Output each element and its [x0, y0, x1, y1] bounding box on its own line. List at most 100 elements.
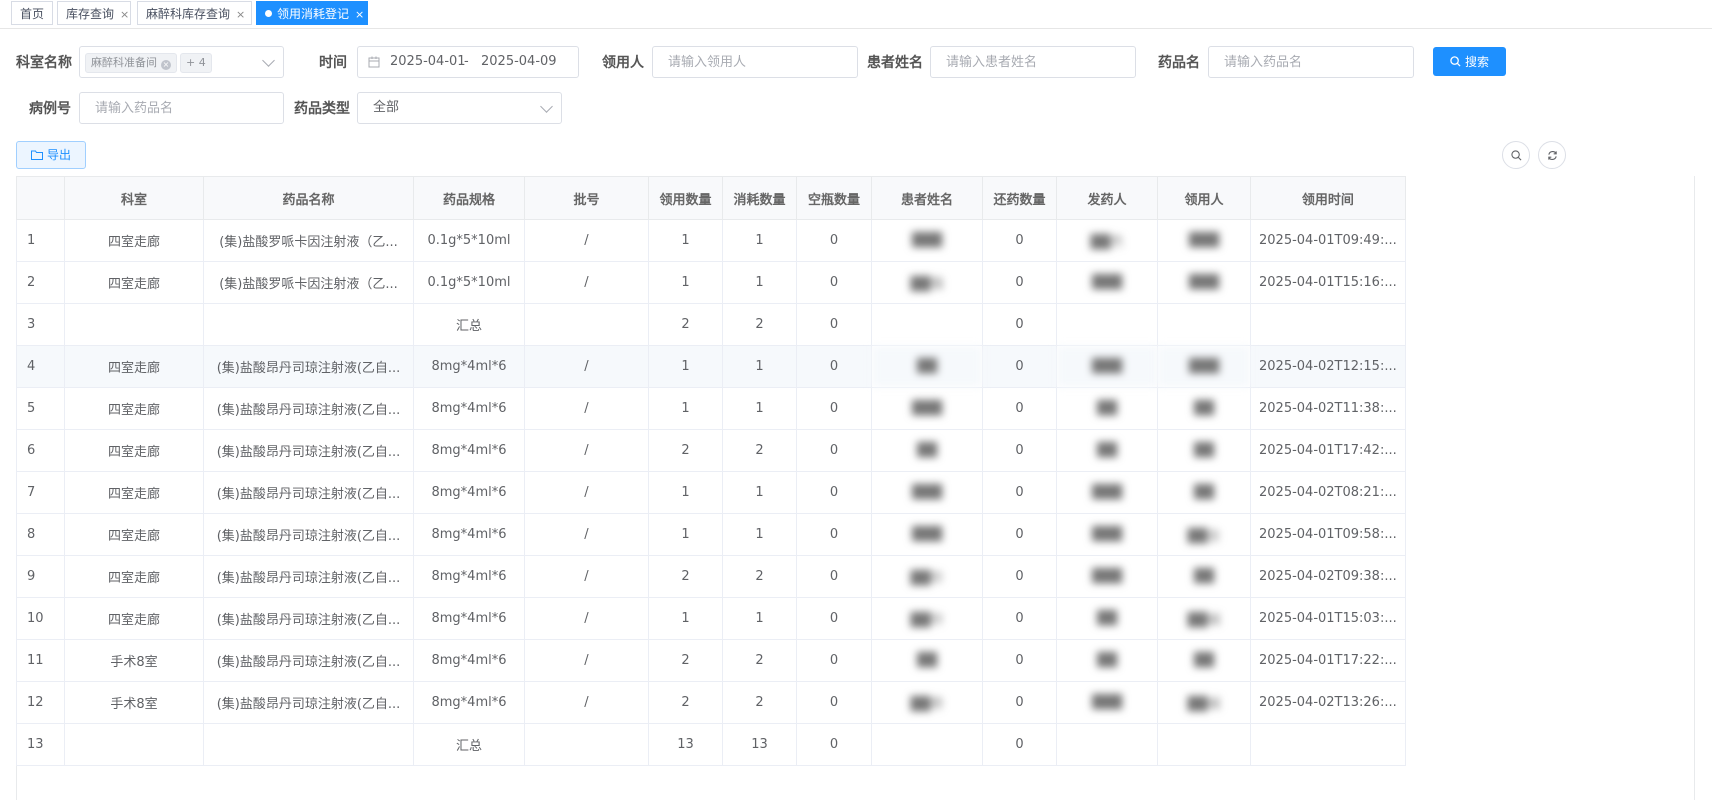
table-cell: 0: [796, 513, 872, 556]
table-row[interactable]: 11 手术8室 (集)盐酸昂丹司琼注射液(乙自... 8mg*4ml*6/2 2 0 ██ 0…: [16, 639, 1406, 682]
table-row[interactable]: 2 四室走廊 (集)盐酸罗哌卡因注射液（乙... 0.1g*5*10ml/1 1 0 ██强…: [16, 261, 1406, 304]
table-cell: [1250, 723, 1406, 766]
type-select[interactable]: 全部: [357, 92, 562, 124]
folder-icon: [30, 150, 43, 160]
table-cell: 0: [796, 681, 872, 724]
case-input[interactable]: [79, 92, 284, 124]
refresh-button[interactable]: [1538, 141, 1566, 169]
table-cell: (集)盐酸昂丹司琼注射液(乙自...: [203, 639, 414, 682]
tab-bar: 首页 库存查询 × 麻醉科库存查询 × 领用消耗登记 ×: [0, 0, 1712, 29]
table-cell: (集)盐酸昂丹司琼注射液(乙自...: [203, 555, 414, 598]
table-cell: 0: [796, 303, 872, 346]
table-cell: 8mg*4ml*6: [413, 681, 525, 724]
drug-input[interactable]: [1208, 46, 1414, 78]
table-cell: 8mg*4ml*6: [413, 471, 525, 514]
table-cell: [871, 723, 983, 766]
tag-close-icon[interactable]: ×: [161, 60, 171, 70]
table-cell: 8mg*4ml*6: [413, 429, 525, 472]
close-icon[interactable]: ×: [120, 8, 129, 21]
table-cell: 1: [722, 387, 797, 430]
table-row[interactable]: 7 四室走廊 (集)盐酸昂丹司琼注射液(乙自... 8mg*4ml*6/1 1 0 ███ 0…: [16, 471, 1406, 514]
row-index-cell: 8: [16, 513, 65, 556]
table-row[interactable]: 9 四室走廊 (集)盐酸昂丹司琼注射液(乙自... 8mg*4ml*6/2 2 0 ██珍 0…: [16, 555, 1406, 598]
table-cell: 汇总: [413, 723, 525, 766]
receiver-input[interactable]: [652, 46, 858, 78]
export-button[interactable]: 导出: [16, 141, 86, 169]
table-cell: /: [524, 345, 649, 388]
table-cell: 四室走廊: [64, 429, 204, 472]
patient-input[interactable]: [930, 46, 1136, 78]
table-row[interactable]: 8 四室走廊 (集)盐酸昂丹司琼注射液(乙自... 8mg*4ml*6/1 1 0 ███ 0…: [16, 513, 1406, 556]
tab-consumption-register[interactable]: 领用消耗登记 ×: [256, 1, 368, 25]
dept-tag[interactable]: 麻醉科准备间 ×: [85, 53, 177, 73]
search-icon: [1510, 149, 1521, 160]
table-cell: ██全: [1157, 513, 1251, 556]
column-header: 领用数量: [648, 176, 723, 220]
date-end[interactable]: 2025-04-09: [481, 47, 557, 77]
table-cell: ███: [1056, 681, 1158, 724]
table-cell: 0: [796, 639, 872, 682]
table-cell: [203, 303, 414, 346]
table-row[interactable]: 10 四室走廊 (集)盐酸昂丹司琼注射液(乙自... 8mg*4ml*6/1 1 0 ██玲…: [16, 597, 1406, 640]
table-cell: (集)盐酸昂丹司琼注射液(乙自...: [203, 681, 414, 724]
column-header: 领用时间: [1250, 176, 1406, 220]
table-cell: 0: [796, 555, 872, 598]
table-cell: [1250, 303, 1406, 346]
table-cell: /: [524, 597, 649, 640]
column-header: [16, 176, 65, 220]
table-cell: ██: [1056, 387, 1158, 430]
table-cell: 0: [982, 261, 1057, 304]
table-cell: ██: [1157, 387, 1251, 430]
table-cell: 汇总: [413, 303, 525, 346]
table-row[interactable]: 13 汇总 13 13 0 0: [16, 723, 1406, 766]
table-cell: 0: [982, 681, 1057, 724]
table-cell: ███: [1157, 345, 1251, 388]
dept-select[interactable]: 麻醉科准备间 × + 4: [79, 46, 284, 78]
table-cell: (集)盐酸昂丹司琼注射液(乙自...: [203, 597, 414, 640]
row-index-cell: 10: [16, 597, 65, 640]
row-index-cell: 12: [16, 681, 65, 724]
table-row[interactable]: 12 手术8室 (集)盐酸昂丹司琼注射液(乙自... 8mg*4ml*6/2 2 0 ██奇…: [16, 681, 1406, 724]
table-cell: 2: [722, 555, 797, 598]
table-cell: ██玲: [871, 597, 983, 640]
table-row[interactable]: 4 四室走廊 (集)盐酸昂丹司琼注射液(乙自... 8mg*4ml*6/1 1 0 ██ 0 █…: [16, 345, 1406, 388]
table-row[interactable]: 6 四室走廊 (集)盐酸昂丹司琼注射液(乙自... 8mg*4ml*6/2 2 0 ██ 0 █…: [16, 429, 1406, 472]
close-icon[interactable]: ×: [236, 8, 245, 21]
table-cell: (集)盐酸昂丹司琼注射液(乙自...: [203, 387, 414, 430]
tab-label: 库存查询: [66, 7, 115, 21]
table-cell: /: [524, 387, 649, 430]
table-cell: 2025-04-01T09:49:...: [1250, 219, 1406, 262]
table-cell: [1157, 303, 1251, 346]
date-start[interactable]: 2025-04-01: [390, 47, 466, 77]
table-cell: 0.1g*5*10ml: [413, 219, 525, 262]
search-button[interactable]: 搜索: [1433, 47, 1506, 76]
table-cell: ███: [871, 219, 983, 262]
close-icon[interactable]: ×: [355, 8, 364, 21]
table-row[interactable]: 3 汇总 2 2 0 0: [16, 303, 1406, 346]
tab-inventory-query[interactable]: 库存查询 ×: [57, 1, 131, 25]
table-cell: [524, 723, 649, 766]
table-cell: 1: [722, 261, 797, 304]
date-range-picker[interactable]: 2025-04-01 - 2025-04-09: [357, 46, 579, 78]
table-cell: (集)盐酸昂丹司琼注射液(乙自...: [203, 471, 414, 514]
table-cell: ██杰: [1056, 219, 1158, 262]
table-cell: 13: [648, 723, 723, 766]
table-cell: 0: [796, 387, 872, 430]
table-cell: 1: [648, 513, 723, 556]
row-index-cell: 9: [16, 555, 65, 598]
table-row[interactable]: 1 四室走廊 (集)盐酸罗哌卡因注射液（乙... 0.1g*5*10ml/1 1 0 ███…: [16, 219, 1406, 262]
dept-more-tag: + 4: [180, 53, 212, 73]
time-label: 时间: [319, 55, 347, 71]
tab-home[interactable]: 首页: [11, 1, 53, 25]
table-cell: 0: [796, 597, 872, 640]
tab-anesthesia-inventory[interactable]: 麻醉科库存查询 ×: [137, 1, 252, 25]
table-cell: 2025-04-02T08:21:...: [1250, 471, 1406, 514]
table-cell: ██: [1157, 471, 1251, 514]
row-index-cell: 4: [16, 345, 65, 388]
type-value: 全部: [373, 100, 400, 115]
table-row[interactable]: 5 四室走廊 (集)盐酸昂丹司琼注射液(乙自... 8mg*4ml*6/1 1 0 ███ 0…: [16, 387, 1406, 430]
column-header: 药品名称: [203, 176, 414, 220]
table-cell: ███: [871, 387, 983, 430]
table-search-button[interactable]: [1502, 141, 1530, 169]
table-cell: 1: [648, 597, 723, 640]
